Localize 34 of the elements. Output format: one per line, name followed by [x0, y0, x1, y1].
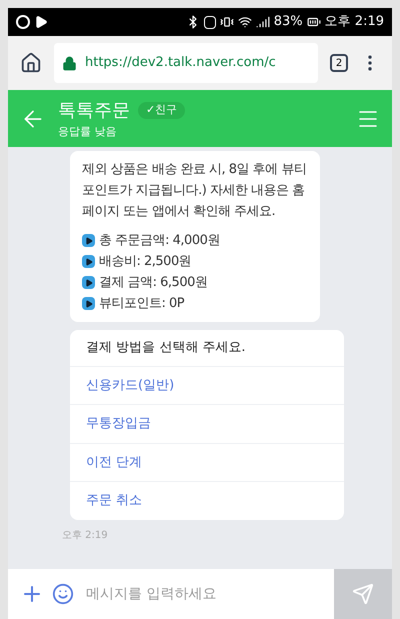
option-button[interactable]: 무통장입금 [70, 404, 344, 442]
tab-count[interactable]: 2 [330, 54, 348, 72]
play-icon [34, 15, 48, 29]
vibrate-icon [220, 15, 234, 29]
smiley-icon [52, 583, 74, 605]
summary-text: 총 주문금액: 4,000원 [99, 232, 220, 250]
url-field[interactable]: https://dev2.talk.naver.com/c [54, 43, 318, 83]
send-icon [352, 583, 374, 605]
url-text: https://dev2.talk.naver.com/c [85, 54, 276, 72]
battery-text: 83% [274, 13, 303, 32]
lock-icon [62, 56, 77, 70]
card-prompt: 결제 방법을 선택해 주세요. [85, 339, 247, 357]
option-button[interactable]: 주문 취소 [70, 481, 344, 520]
friend-badge: ✓친구 [138, 102, 186, 118]
battery-icon [306, 15, 321, 29]
clock-text: 오후 2:19 [324, 13, 384, 32]
timestamp: 오후 2:19 [62, 528, 109, 542]
plus-button[interactable] [8, 569, 48, 619]
summary-text: 결제 금액: 6,500원 [99, 274, 208, 292]
chat-title: 톡톡주문 [58, 98, 130, 123]
message-text: 제외 상품은 배송 완료 시, 8일 후에 뷰티 포인트가 지급됩니다.) 자세한 내용은 홈페이지 또는 앱에서 확인해 주세요. [82, 161, 308, 221]
wifi-icon [238, 15, 252, 29]
home-icon[interactable] [20, 52, 42, 74]
signal-icon [256, 15, 270, 29]
play-icon [82, 297, 95, 310]
chat-subtitle: 응답률 낮음 [58, 124, 118, 140]
option-button[interactable]: 이전 단계 [70, 442, 344, 481]
play-icon [82, 276, 95, 289]
message-input[interactable]: 메시지를 입력하세요 [78, 569, 334, 619]
option-button[interactable]: 신용카드(일반) [70, 366, 344, 404]
play-icon [82, 234, 95, 247]
summary-text: 뷰티포인트: 0P [99, 295, 184, 313]
play-icon [82, 255, 95, 268]
summary-text: 배송비: 2,500원 [99, 253, 192, 271]
